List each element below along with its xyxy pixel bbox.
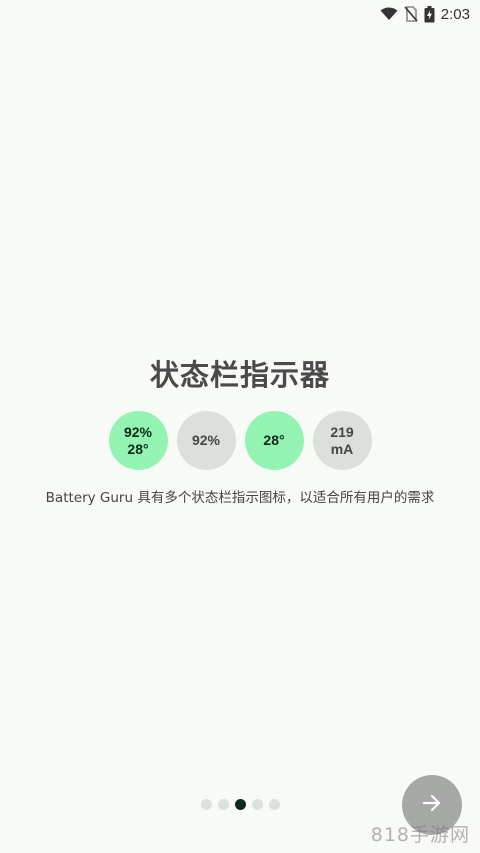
indicator-samples: 92% 28° 92% 28° 219 mA (0, 411, 480, 470)
indicator-current: 219 mA (312, 411, 372, 470)
page-dot[interactable] (200, 799, 212, 810)
indicator-line1: 28° (263, 432, 285, 448)
page-title: 状态栏指示器 (149, 358, 330, 392)
arrow-right-icon (421, 792, 443, 818)
battery-charging-icon (424, 5, 435, 23)
no-sim-icon (404, 6, 418, 22)
indicator-line1: 219 (330, 423, 354, 440)
indicator-percent: 92% (176, 411, 236, 470)
description-text: Battery Guru 具有多个状态栏指示图标，以适合所有用户的需求 (45, 490, 435, 506)
status-bar: 2:03 (0, 0, 480, 28)
wifi-icon (380, 7, 398, 21)
page-dot-active[interactable] (234, 799, 246, 810)
page-dot[interactable] (217, 799, 229, 810)
page-dot[interactable] (251, 799, 263, 810)
indicator-line2: 28° (127, 440, 149, 457)
watermark: 818手游网 (370, 824, 470, 846)
indicator-temp: 28° (244, 411, 304, 470)
indicator-line1: 92% (191, 432, 221, 448)
indicator-line2: mA (330, 440, 354, 457)
page-dot[interactable] (268, 799, 280, 810)
indicator-line1: 92% (123, 423, 153, 440)
indicator-percent-temp: 92% 28° (108, 411, 168, 470)
status-time: 2:03 (440, 5, 470, 23)
